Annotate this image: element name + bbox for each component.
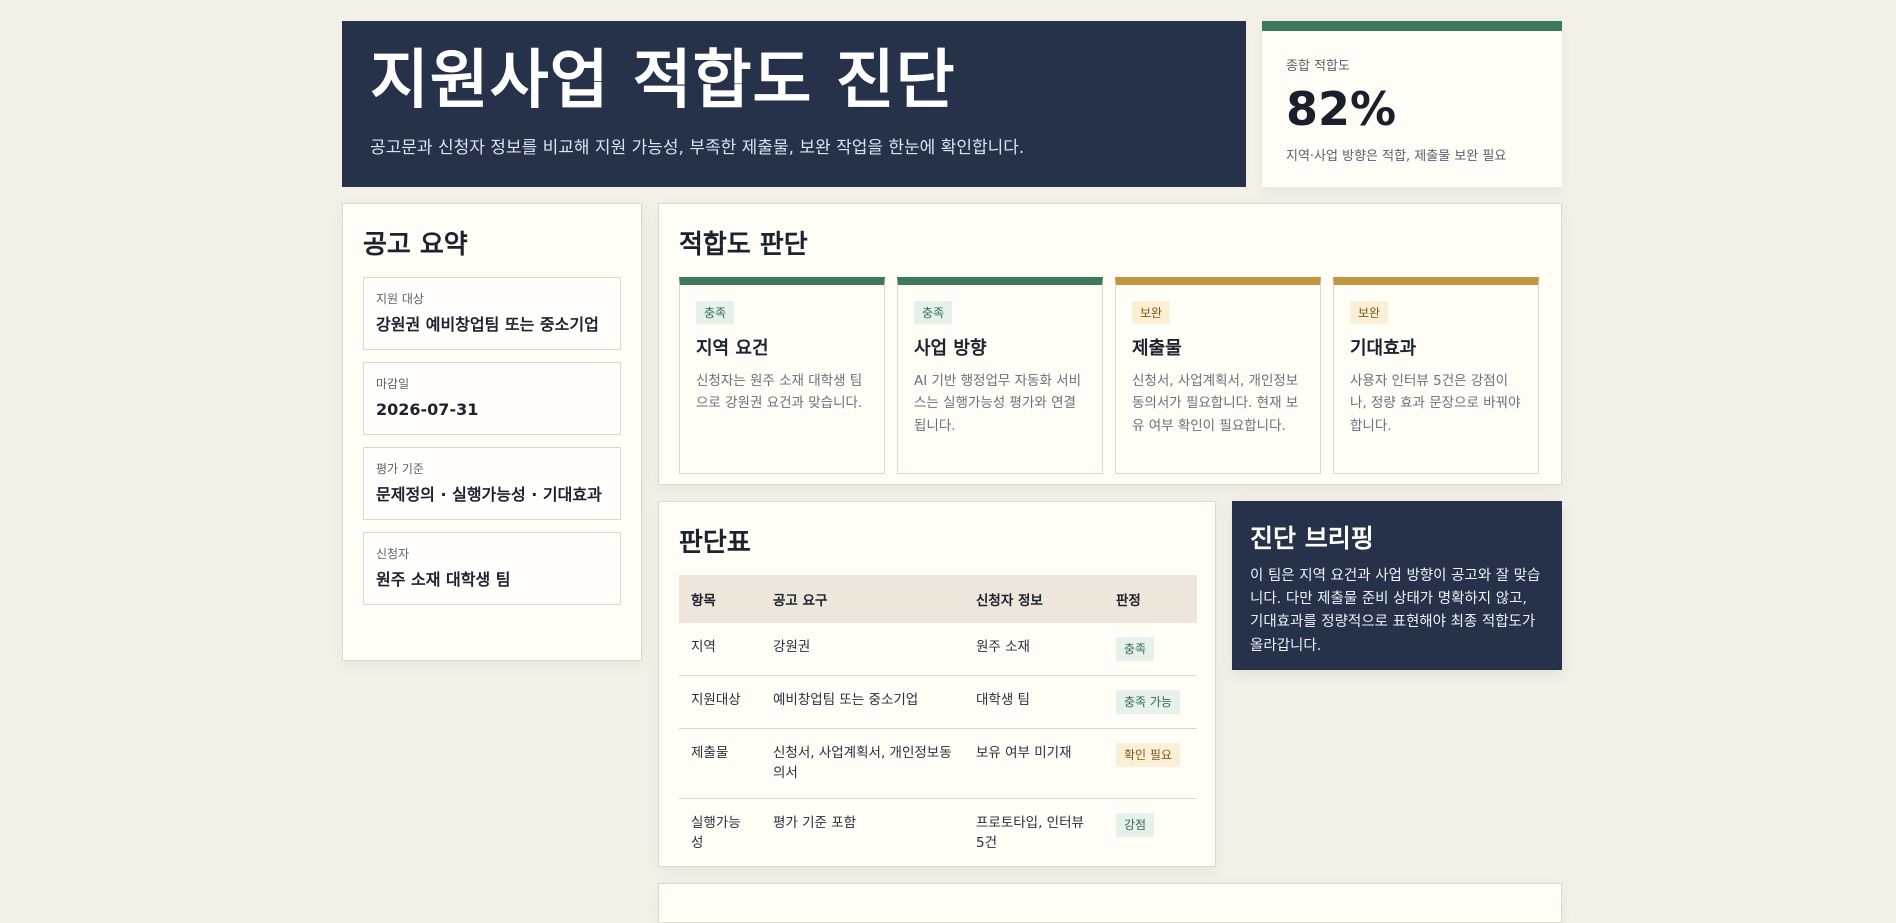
verdict-badge: 확인 필요 bbox=[1116, 743, 1180, 767]
cell-info: 대학생 팀 bbox=[964, 675, 1104, 729]
fit-judgment-panel: 적합도 판단 충족 지역 요건 신청자는 원주 소재 대학생 팀으로 강원권 요… bbox=[658, 203, 1562, 485]
summary-value: 강원권 예비창업팀 또는 중소기업 bbox=[376, 315, 599, 334]
fit-card-documents: 보완 제출물 신청서, 사업계획서, 개인정보동의서가 필요합니다. 현재 보유… bbox=[1115, 277, 1321, 474]
cell-verdict: 강점 bbox=[1104, 798, 1197, 867]
judge-title: 판단표 bbox=[679, 528, 751, 558]
briefing-title: 진단 브리핑 bbox=[1250, 524, 1374, 553]
fit-card-region: 충족 지역 요건 신청자는 원주 소재 대학생 팀으로 강원권 요건과 맞습니다… bbox=[679, 277, 885, 474]
summary-value: 문제정의 · 실행가능성 · 기대효과 bbox=[376, 485, 602, 504]
fit-card-effect: 보완 기대효과 사용자 인터뷰 5건은 강점이나, 정량 효과 문장으로 바꿔야… bbox=[1333, 277, 1539, 474]
cell-item: 지원대상 bbox=[679, 675, 761, 729]
status-badge: 충족 bbox=[914, 301, 953, 324]
cell-verdict: 충족 가능 bbox=[1104, 675, 1197, 729]
cell-item: 제출물 bbox=[679, 728, 761, 799]
page-header: 지원사업 적합도 진단 공고문과 신청자 정보를 비교해 지원 가능성, 부족한… bbox=[342, 21, 1246, 187]
column-header: 항목 bbox=[679, 575, 761, 623]
table-row: 지원대상 예비창업팀 또는 중소기업 대학생 팀 충족 가능 bbox=[679, 675, 1197, 729]
column-header: 신청자 정보 bbox=[964, 575, 1104, 623]
summary-key: 마감일 bbox=[376, 377, 410, 391]
table-row: 실행가능성 평가 기준 포함 프로토타입, 인터뷰 5건 강점 bbox=[679, 798, 1197, 867]
status-badge: 충족 bbox=[696, 301, 735, 324]
verdict-badge: 충족 가능 bbox=[1116, 690, 1180, 714]
table-header-row: 항목 공고 요구 신청자 정보 판정 bbox=[679, 575, 1197, 623]
summary-value: 2026-07-31 bbox=[376, 400, 479, 419]
cell-info: 보유 여부 미기재 bbox=[964, 728, 1104, 799]
page-subtitle: 공고문과 신청자 정보를 비교해 지원 가능성, 부족한 제출물, 보완 작업을… bbox=[370, 137, 1025, 158]
summary-key: 지원 대상 bbox=[376, 292, 424, 306]
verdict-badge: 충족 bbox=[1116, 637, 1155, 661]
status-badge: 보완 bbox=[1350, 301, 1389, 324]
cell-info: 원주 소재 bbox=[964, 623, 1104, 676]
fit-card-desc: 사용자 인터뷰 5건은 강점이나, 정량 효과 문장으로 바꿔야 합니다. bbox=[1350, 373, 1521, 434]
fit-card-title: 지역 요건 bbox=[696, 338, 769, 359]
score-note: 지역·사업 방향은 적합, 제출물 보완 필요 bbox=[1286, 148, 1507, 164]
summary-value: 원주 소재 대학생 팀 bbox=[376, 570, 511, 589]
overall-score-card: 종합 적합도 82% 지역·사업 방향은 적합, 제출물 보완 필요 bbox=[1262, 21, 1562, 187]
score-value: 82% bbox=[1286, 82, 1397, 136]
next-panel bbox=[658, 883, 1562, 923]
fit-card-title: 제출물 bbox=[1132, 338, 1182, 359]
cell-verdict: 확인 필요 bbox=[1104, 728, 1197, 799]
table-row: 지역 강원권 원주 소재 충족 bbox=[679, 623, 1197, 676]
column-header: 공고 요구 bbox=[761, 575, 964, 623]
cell-item: 지역 bbox=[679, 623, 761, 676]
summary-item-deadline: 마감일 2026-07-31 bbox=[363, 362, 621, 435]
fit-card-list: 충족 지역 요건 신청자는 원주 소재 대학생 팀으로 강원권 요건과 맞습니다… bbox=[679, 277, 1541, 474]
summary-title: 공고 요약 bbox=[363, 230, 468, 260]
fit-card-desc: AI 기반 행정업무 자동화 서비스는 실행가능성 평가와 연결됩니다. bbox=[914, 373, 1082, 434]
summary-key: 평가 기준 bbox=[376, 462, 424, 476]
summary-item-criteria: 평가 기준 문제정의 · 실행가능성 · 기대효과 bbox=[363, 447, 621, 520]
cell-item: 실행가능성 bbox=[691, 814, 741, 851]
fit-card-title: 기대효과 bbox=[1350, 338, 1417, 359]
cell-requirement: 신청서, 사업계획서, 개인정보동의서 bbox=[761, 728, 964, 799]
summary-item-applicant: 신청자 원주 소재 대학생 팀 bbox=[363, 532, 621, 605]
diagnosis-briefing: 진단 브리핑 이 팀은 지역 요건과 사업 방향이 공고와 잘 맞습니다. 다만… bbox=[1232, 501, 1562, 670]
fit-card-desc: 신청자는 원주 소재 대학생 팀으로 강원권 요건과 맞습니다. bbox=[696, 373, 863, 412]
score-label: 종합 적합도 bbox=[1286, 59, 1350, 74]
fit-card-title: 사업 방향 bbox=[914, 338, 987, 359]
page-title: 지원사업 적합도 진단 bbox=[370, 44, 956, 118]
cell-verdict: 충족 bbox=[1104, 623, 1197, 676]
briefing-text: 이 팀은 지역 요건과 사업 방향이 공고와 잘 맞습니다. 다만 제출물 준비… bbox=[1250, 568, 1541, 654]
notice-summary-panel: 공고 요약 지원 대상 강원권 예비창업팀 또는 중소기업 마감일 2026-0… bbox=[342, 203, 642, 661]
summary-key: 신청자 bbox=[376, 547, 410, 561]
cell-requirement: 예비창업팀 또는 중소기업 bbox=[761, 675, 964, 729]
cell-info: 프로토타입, 인터뷰 5건 bbox=[976, 814, 1084, 851]
cell-requirement: 강원권 bbox=[761, 623, 964, 676]
status-badge: 보완 bbox=[1132, 301, 1171, 324]
table-row: 제출물 신청서, 사업계획서, 개인정보동의서 보유 여부 미기재 확인 필요 bbox=[679, 728, 1197, 799]
summary-item-target: 지원 대상 강원권 예비창업팀 또는 중소기업 bbox=[363, 277, 621, 350]
fit-card-business: 충족 사업 방향 AI 기반 행정업무 자동화 서비스는 실행가능성 평가와 연… bbox=[897, 277, 1103, 474]
judgment-table-panel: 판단표 항목 공고 요구 신청자 정보 판정 지역 강원권 원주 소재 충족 지… bbox=[658, 501, 1216, 867]
fit-title: 적합도 판단 bbox=[679, 230, 808, 260]
verdict-badge: 강점 bbox=[1116, 812, 1155, 837]
cell-requirement: 평가 기준 포함 bbox=[773, 814, 857, 831]
column-header: 판정 bbox=[1104, 575, 1197, 623]
judgment-table: 항목 공고 요구 신청자 정보 판정 지역 강원권 원주 소재 충족 지원대상 … bbox=[679, 575, 1197, 867]
fit-card-desc: 신청서, 사업계획서, 개인정보동의서가 필요합니다. 현재 보유 여부 확인이… bbox=[1132, 373, 1299, 434]
